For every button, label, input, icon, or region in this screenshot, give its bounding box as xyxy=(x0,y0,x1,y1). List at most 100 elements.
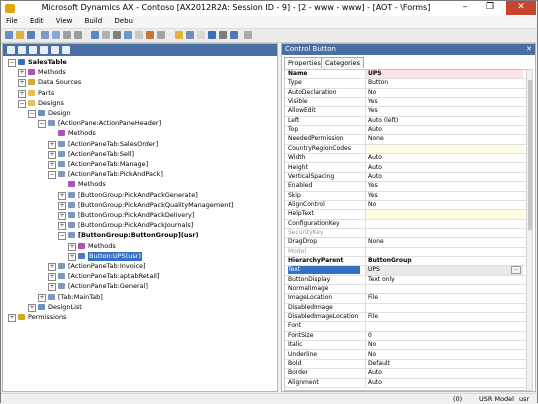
tree-node-label[interactable]: [ActionPaneTab:Manage] xyxy=(68,160,148,169)
expand-icon[interactable]: + xyxy=(48,283,56,292)
tree-node-label[interactable]: [ActionPaneTab:SalesOrder] xyxy=(68,140,158,149)
property-value[interactable]: 0 xyxy=(365,331,523,341)
expand-icon[interactable]: + xyxy=(28,303,36,312)
tree-node[interactable]: + [ActionPaneTab:Sell] xyxy=(3,150,277,159)
menu-debug[interactable]: Debu xyxy=(109,16,138,27)
tree-node[interactable]: + DesignList xyxy=(3,303,277,312)
menu-build[interactable]: Build xyxy=(80,16,108,27)
tree-node[interactable]: − SalesTable xyxy=(3,58,277,67)
run-icon[interactable] xyxy=(52,31,60,39)
property-row[interactable]: Skip Yes xyxy=(285,191,526,201)
tree-node[interactable]: + [Tab:MainTab] xyxy=(3,293,277,302)
property-value[interactable]: No xyxy=(365,350,523,359)
property-row[interactable]: Model xyxy=(285,247,526,257)
collapse-icon[interactable]: − xyxy=(18,99,26,108)
compile-node-icon[interactable] xyxy=(62,46,70,54)
property-value[interactable]: Auto xyxy=(365,378,523,387)
tree-node[interactable]: + [ActionPaneTab:General] xyxy=(3,282,277,292)
property-row[interactable]: HelpText xyxy=(285,210,526,220)
tree-node-label[interactable]: Design xyxy=(48,109,70,118)
project-icon[interactable] xyxy=(208,31,216,39)
expand-icon[interactable]: + xyxy=(18,79,26,88)
property-value[interactable]: File xyxy=(365,294,523,303)
property-row[interactable]: NeededPermission None xyxy=(285,135,526,145)
tree-node-label[interactable]: [ActionPaneTab:aptabRetail] xyxy=(68,272,160,281)
import-icon[interactable] xyxy=(113,31,121,39)
tree-node[interactable]: + Methods xyxy=(3,68,277,78)
property-row[interactable]: VerticalSpacing Auto xyxy=(285,172,526,183)
tree-node[interactable]: + [ActionPaneTab:Manage] xyxy=(3,160,277,169)
debug-icon[interactable] xyxy=(175,31,183,39)
property-row[interactable]: Text UPS... xyxy=(285,266,526,276)
property-row[interactable]: DisabledImageLocation File xyxy=(285,313,526,323)
property-row[interactable]: ImageLocation File xyxy=(285,294,526,304)
tree-node-label[interactable]: Methods xyxy=(78,180,106,189)
tree-node-label[interactable]: DesignList xyxy=(48,303,82,312)
tree-node-label[interactable]: [ActionPaneTab:PickAndPack] xyxy=(68,170,163,179)
expand-icon[interactable]: + xyxy=(48,161,56,169)
tree-node-label[interactable]: Methods xyxy=(88,242,116,251)
tree-node-label[interactable]: [ButtonGroup:PickAndPackGenerate] xyxy=(78,191,198,200)
property-value[interactable] xyxy=(365,210,523,219)
tree-node-label[interactable]: SalesTable xyxy=(28,58,67,67)
property-value[interactable]: Auto xyxy=(365,163,523,172)
expand-icon[interactable]: + xyxy=(48,140,56,149)
property-row[interactable]: Visible Yes xyxy=(285,98,526,108)
tree-node-label[interactable]: Data Sources xyxy=(38,78,81,87)
tab-categories[interactable]: Categories xyxy=(321,57,365,68)
tree-node-label[interactable]: [ButtonGroup:PickAndPackDelivery] xyxy=(78,211,194,220)
expand-icon[interactable]: + xyxy=(48,263,56,271)
property-row[interactable]: Italic No xyxy=(285,341,526,351)
property-row[interactable]: Border Auto xyxy=(285,369,526,379)
minimize-button[interactable]: – xyxy=(453,1,477,15)
export-icon[interactable] xyxy=(124,31,132,39)
lock-icon[interactable] xyxy=(146,31,154,39)
property-row[interactable]: Height Auto xyxy=(285,163,526,173)
property-row[interactable]: AllowEdit Yes xyxy=(285,107,526,117)
property-value[interactable]: UPS... xyxy=(365,266,523,275)
property-value[interactable]: Default xyxy=(365,359,523,369)
find-icon[interactable] xyxy=(102,31,110,39)
maximize-button[interactable]: ❐ xyxy=(478,1,502,15)
tree-node-label[interactable]: Button:UPS(usr) xyxy=(88,251,143,261)
properties-close-icon[interactable]: ✕ xyxy=(526,44,532,55)
property-row[interactable]: ButtonDisplay Text only xyxy=(285,275,526,286)
property-value[interactable]: None xyxy=(365,135,523,144)
properties-node-icon[interactable] xyxy=(29,46,37,54)
property-value[interactable] xyxy=(365,303,523,313)
property-row[interactable]: CountryRegionCodes xyxy=(285,144,526,155)
scrollbar-thumb[interactable] xyxy=(528,80,532,230)
tree-node[interactable]: + [ButtonGroup:PickAndPackQualityManageme… xyxy=(3,201,277,210)
property-value[interactable]: Auto xyxy=(365,126,523,135)
compare-icon[interactable] xyxy=(157,31,165,39)
aot-icon[interactable] xyxy=(219,31,227,39)
tree-node-label[interactable]: [ActionPaneTab:Invoice] xyxy=(68,262,146,271)
help-icon[interactable] xyxy=(244,31,252,39)
tree-node[interactable]: + [ActionPaneTab:Invoice] xyxy=(3,262,277,271)
property-value[interactable] xyxy=(365,285,523,294)
info-icon[interactable] xyxy=(230,31,238,39)
expand-icon[interactable]: + xyxy=(58,212,66,220)
paste-icon[interactable] xyxy=(74,31,82,39)
property-value[interactable]: Text only xyxy=(365,275,523,285)
property-row[interactable]: ConfigurationKey xyxy=(285,219,526,229)
property-value[interactable] xyxy=(365,228,523,238)
property-row[interactable]: Width Auto xyxy=(285,154,526,164)
property-value[interactable]: File xyxy=(365,313,523,322)
tree-node[interactable]: + Button:UPS(usr) xyxy=(3,251,277,261)
collapse-icon[interactable]: − xyxy=(28,110,36,118)
open-icon[interactable] xyxy=(16,31,24,39)
property-row[interactable]: DragDrop None xyxy=(285,238,526,248)
expand-icon[interactable]: + xyxy=(58,191,66,200)
tree-node[interactable]: + Data Sources xyxy=(3,78,277,88)
tree-node[interactable]: − Designs xyxy=(3,99,277,108)
tree-node[interactable]: + [ButtonGroup:PickAndPackJournals] xyxy=(3,221,277,231)
notification-counter[interactable]: (0) xyxy=(453,395,462,403)
tree-node[interactable]: + [ActionPaneTab:aptabRetail] xyxy=(3,272,277,282)
property-value[interactable]: Yes xyxy=(365,191,523,200)
property-value[interactable] xyxy=(365,144,523,154)
expand-icon[interactable]: + xyxy=(58,201,66,210)
tree-node-label[interactable]: [ButtonGroup:ButtonGroup](usr) xyxy=(78,231,199,240)
expand-icon[interactable]: + xyxy=(68,242,76,251)
tree-node-label[interactable]: Permissions xyxy=(28,313,66,322)
